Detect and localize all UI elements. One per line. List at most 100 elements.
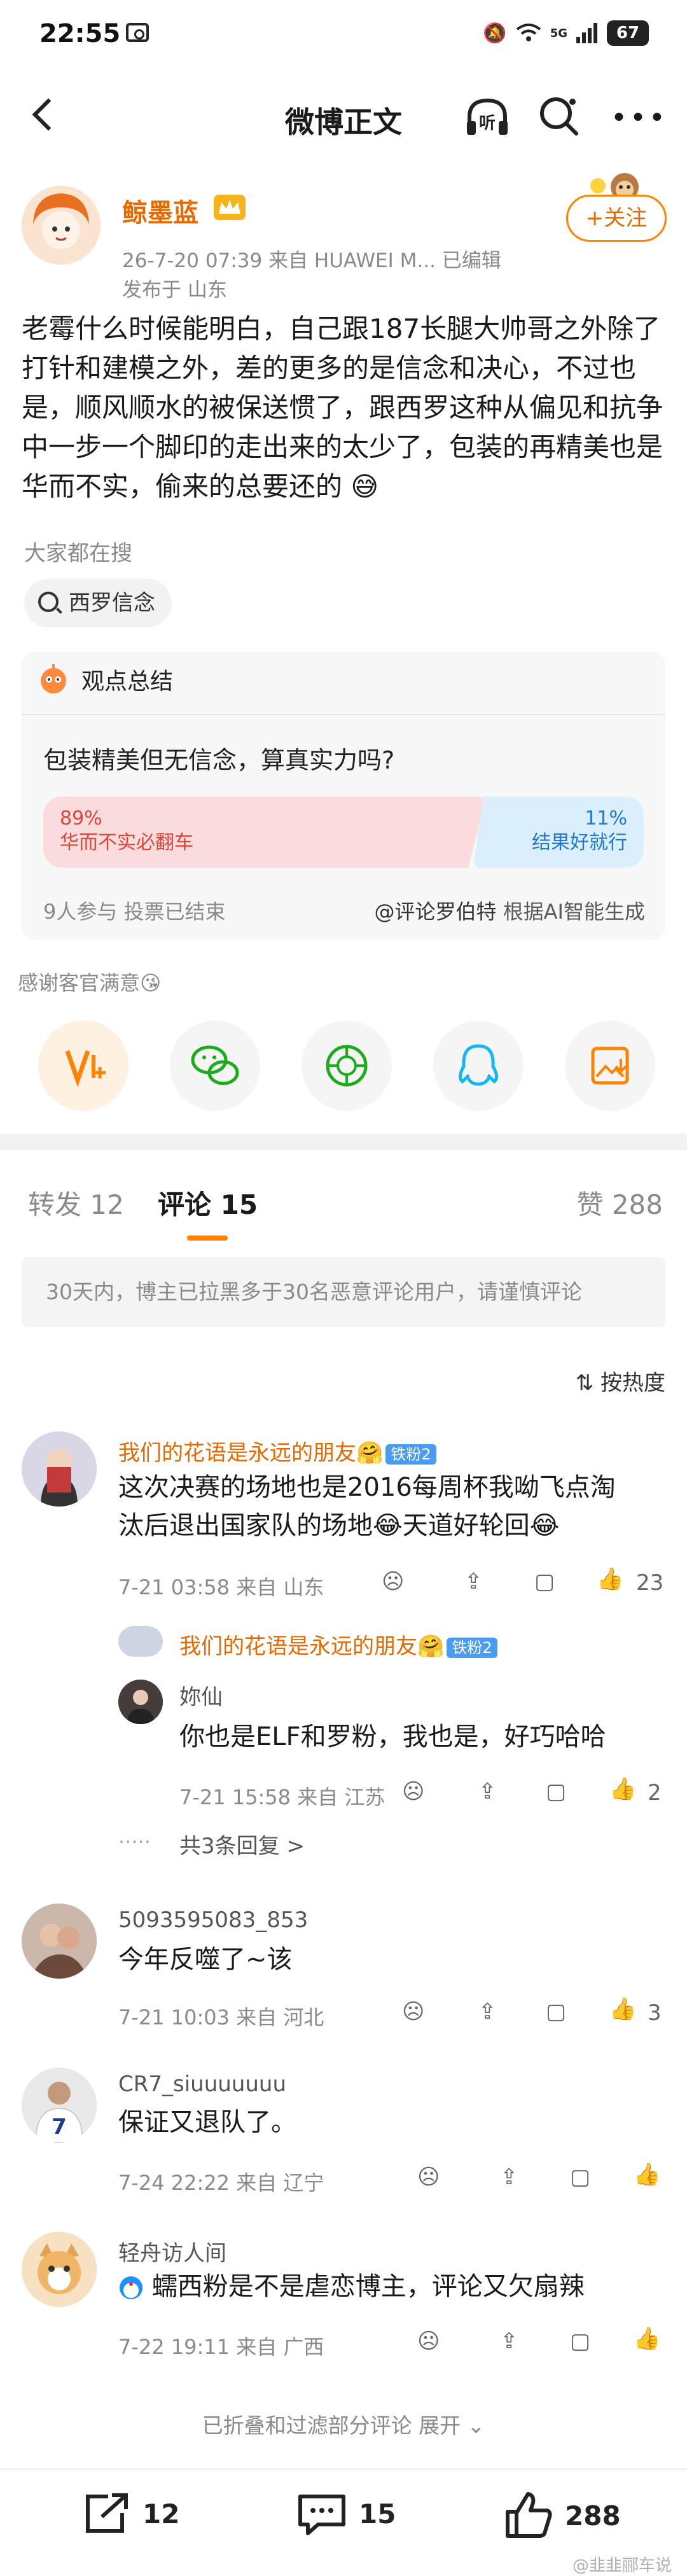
like-icon[interactable]: 👍 <box>609 1996 636 2022</box>
share-icon[interactable]: ⇪ <box>500 2329 518 2354</box>
status-bar: 22:55 🔕 5G 67 <box>0 0 687 73</box>
comment-text: 保证又退队了。 <box>118 2108 296 2137</box>
wechat-icon[interactable] <box>170 1020 260 1111</box>
commenter-name[interactable]: 5093595083_853 <box>118 1907 308 1933</box>
page-title: 微博正文 <box>285 105 402 139</box>
more-menu-icon[interactable]: ••• <box>611 102 668 134</box>
fan-medal-icon: 🤗 <box>356 1440 384 1466</box>
sweat-smile-icon: 😅 <box>350 471 379 502</box>
tab-repost[interactable]: 转发 12 <box>28 1183 124 1222</box>
comment-icon[interactable]: ▢ <box>570 2164 590 2190</box>
comment-meta: 7-21 03:58 来自 山东 <box>118 1575 324 1599</box>
comment-text-body: 蠕西粉是不是虐恋博主，评论又欠扇辣 <box>151 2272 585 2301</box>
like-total: 288 <box>565 2500 621 2531</box>
post-location: 发布于 山东 <box>122 279 227 302</box>
commenter-avatar[interactable] <box>22 1431 97 1507</box>
like-icon[interactable]: 👍 <box>609 1776 636 1802</box>
vplus-icon[interactable] <box>38 1020 128 1111</box>
reply-sub-name[interactable]: 妳仙 <box>179 1680 223 1711</box>
reply-sub-avatar[interactable] <box>118 1680 163 1724</box>
mute-icon: 🔕 <box>483 22 507 45</box>
kiss-emoji-icon: 😘 <box>140 971 162 995</box>
poll-source-link[interactable]: @评论罗伯特 <box>374 900 496 924</box>
tab-likes[interactable]: 赞 288 <box>576 1183 663 1222</box>
option-a-label: 华而不实必翻车 <box>60 832 193 854</box>
sort-button[interactable]: ⇅ 按热度 <box>576 1365 665 1396</box>
post-meta: 26-7-20 07:39 来自 HUAWEI M... 已编辑 <box>122 249 501 272</box>
comment-bubble-icon <box>296 2491 347 2536</box>
author-name[interactable]: 鲸墨蓝 <box>122 192 198 229</box>
qq-icon[interactable] <box>433 1020 524 1111</box>
search-icon[interactable] <box>536 93 581 139</box>
share-icon[interactable]: ⇪ <box>464 1569 483 1594</box>
tab-indicator <box>187 1236 228 1241</box>
more-replies-link[interactable]: 共3条回复 > <box>179 1828 305 1860</box>
like-icon[interactable]: 👍 <box>597 1566 623 1592</box>
repost-icon <box>83 2491 131 2536</box>
folded-comments-toggle[interactable]: 已折叠和过滤部分评论 展开 ⌄ <box>0 2409 687 2439</box>
reply-author-name[interactable]: 我们的花语是永远的朋友🤗 铁粉2 <box>179 1629 497 1660</box>
battery-icon: 67 <box>607 20 649 46</box>
reply-avatar[interactable] <box>118 1626 163 1657</box>
svg-text:7: 7 <box>52 2114 67 2140</box>
share-icon[interactable]: ⇪ <box>478 1779 497 1804</box>
reply-sub-text: 你也是ELF和罗粉，我也是，好巧哈哈 <box>179 1722 606 1751</box>
vip-badge-icon <box>214 195 246 220</box>
chip-label: 西罗信念 <box>69 590 155 616</box>
tab-comments[interactable]: 评论 15 <box>158 1183 258 1222</box>
status-right: 🔕 5G 67 <box>483 20 649 46</box>
dislike-icon[interactable]: ☹ <box>417 2329 440 2354</box>
poll-option-a[interactable]: 89% 华而不实必翻车 <box>43 797 486 868</box>
comment-text: 蠕西粉是不是虐恋博主，评论又欠扇辣 <box>118 2267 585 2306</box>
commenter-avatar[interactable] <box>22 1904 97 1979</box>
share-icon[interactable]: ⇪ <box>500 2164 518 2190</box>
thumbs-up-icon <box>503 2491 553 2540</box>
trending-search-label: 大家都在搜 <box>24 541 132 566</box>
comment-text: 今年反噬了~该 <box>118 1945 293 1974</box>
post-body: 老霉什么时候能明白，自己跟187长腿大帅哥之外除了打针和建模之外，差的更多的是信… <box>22 309 665 506</box>
like-icon[interactable]: 👍 <box>634 2326 660 2351</box>
comment-meta: 7-22 19:11 来自 广西 <box>118 2335 324 2359</box>
poll-option-b[interactable]: 11% 结果好就行 <box>473 797 644 868</box>
fan-badge: 铁粉2 <box>447 1637 497 1658</box>
save-image-icon[interactable] <box>565 1020 655 1111</box>
like-icon[interactable]: 👍 <box>634 2162 660 2187</box>
comment-button[interactable]: 15 <box>296 2491 396 2536</box>
dislike-icon[interactable]: ☹ <box>402 1999 424 2024</box>
robot-icon <box>37 663 70 696</box>
moments-icon[interactable] <box>302 1020 392 1111</box>
comment-notice: 30天内，博主已拉黑多于30名恶意评论用户，请谨慎评论 <box>22 1257 665 1327</box>
poll-footer: 9人参与 投票已结束 <box>43 900 226 924</box>
signal-icon <box>576 23 598 43</box>
fan-badge: 铁粉2 <box>385 1444 436 1465</box>
comment-icon[interactable]: ▢ <box>570 2329 590 2354</box>
reply-sub-meta: 7-21 15:58 来自 江苏 <box>179 1785 385 1809</box>
repost-button[interactable]: 12 <box>83 2491 179 2536</box>
comment-icon[interactable]: ▢ <box>534 1569 555 1594</box>
listen-icon[interactable]: 听 <box>462 92 513 143</box>
option-a-percent: 89% <box>60 807 102 830</box>
commenter-name[interactable]: CR7_siuuuuuuu <box>118 2071 286 2097</box>
watermark: @韭韭郦车说 <box>572 2556 672 2575</box>
commenter-name[interactable]: 轻舟访人间 <box>118 2236 226 2267</box>
dislike-icon[interactable]: ☹ <box>417 2164 440 2190</box>
like-button[interactable]: 288 <box>503 2491 621 2540</box>
author-avatar[interactable] <box>22 186 101 265</box>
share-icon[interactable]: ⇪ <box>478 1999 497 2024</box>
commenter-avatar[interactable] <box>22 2232 97 2307</box>
dislike-icon[interactable]: ☹ <box>402 1779 424 1804</box>
follow-button[interactable]: +关注 <box>566 195 667 242</box>
commenter-avatar[interactable]: 7 <box>22 2068 97 2143</box>
search-icon <box>38 592 59 612</box>
sort-icon: ⇅ <box>575 1370 594 1396</box>
comment-icon[interactable]: ▢ <box>546 1999 566 2024</box>
commenter-name[interactable]: 我们的花语是永远的朋友🤗 铁粉2 <box>118 1435 436 1466</box>
poll-title: 观点总结 <box>81 669 174 695</box>
dislike-icon[interactable]: ☹ <box>382 1569 404 1594</box>
comment-meta: 7-24 22:22 来自 辽宁 <box>118 2171 324 2195</box>
comment-text-line2: 汰后退出国家队的场地😂天道好轮回😂 <box>118 1511 560 1540</box>
wifi-icon <box>516 23 541 43</box>
comment-icon[interactable]: ▢ <box>546 1779 566 1804</box>
trending-search-chip[interactable]: 西罗信念 <box>24 579 172 627</box>
sort-label: 按热度 <box>600 1370 665 1396</box>
